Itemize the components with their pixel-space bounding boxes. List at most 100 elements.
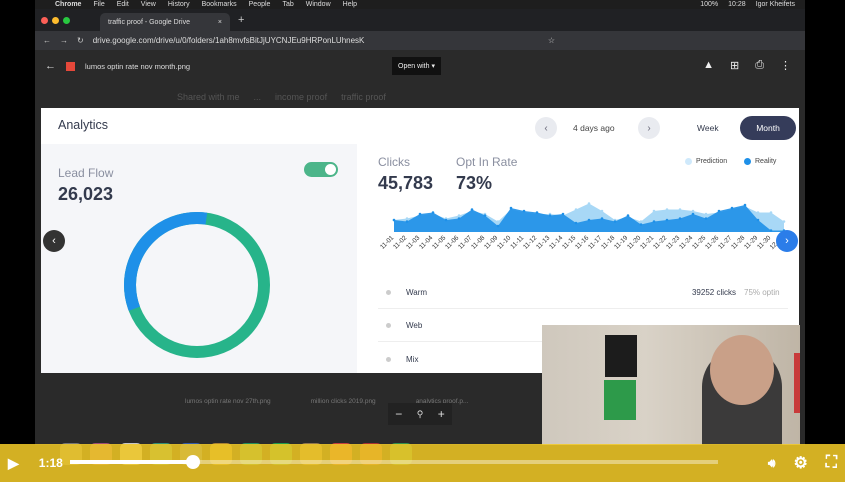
print-icon[interactable]: ⎙ <box>755 59 764 72</box>
more-icon[interactable]: ⋮ <box>780 59 791 72</box>
data-point[interactable] <box>665 218 669 222</box>
data-point[interactable] <box>600 209 604 213</box>
data-point[interactable] <box>457 214 461 217</box>
data-point[interactable] <box>691 209 695 213</box>
new-tab-icon[interactable]: + <box>238 14 244 26</box>
fullscreen-icon[interactable]: ⛶ <box>826 454 837 472</box>
data-point[interactable] <box>730 206 734 210</box>
open-with-button[interactable]: Open with ▾ <box>392 57 441 75</box>
back-icon[interactable]: ← <box>45 60 56 72</box>
menu-item[interactable]: Edit <box>117 1 129 8</box>
file-item[interactable]: lumos optin rate nov 27th.png <box>185 398 271 405</box>
data-point[interactable] <box>457 217 461 220</box>
play-icon[interactable]: ▶ <box>8 455 19 472</box>
star-icon[interactable]: ☆ <box>548 36 555 45</box>
data-point[interactable] <box>405 220 409 223</box>
data-point[interactable] <box>548 214 552 217</box>
clicks-area-chart: 11-0111-0211-0311-0411-0511-0611-0711-08… <box>379 202 786 251</box>
menu-item[interactable]: File <box>93 1 104 8</box>
data-point[interactable] <box>613 220 617 223</box>
file-item[interactable]: million clicks 2019.png <box>311 398 376 405</box>
battery-label: 100% <box>700 1 719 8</box>
row-name: Mix <box>406 354 419 364</box>
add-comment-icon[interactable]: ⊞ <box>730 59 739 72</box>
forward-icon[interactable]: → <box>60 36 68 45</box>
data-point[interactable] <box>587 218 591 222</box>
reload-icon[interactable]: ↻ <box>77 36 84 45</box>
url-field[interactable]: drive.google.com/drive/u/0/folders/1ah8m… <box>93 36 365 45</box>
data-point[interactable] <box>600 217 604 220</box>
data-point[interactable] <box>691 212 695 216</box>
tab-strip: traffic proof - Google Drive × + <box>35 9 805 31</box>
data-point[interactable] <box>522 209 526 213</box>
add-to-drive-icon[interactable]: ▲ <box>703 59 714 72</box>
week-button[interactable]: Week <box>697 123 719 133</box>
data-point[interactable] <box>756 218 760 222</box>
tab-traffic-proof[interactable]: traffic proof - Google Drive × <box>100 13 230 31</box>
volume-icon[interactable]: 🔊︎ <box>768 456 776 471</box>
data-point[interactable] <box>496 220 500 223</box>
data-point[interactable] <box>652 209 656 213</box>
data-point[interactable] <box>483 214 487 217</box>
list-item[interactable]: Warm 39252 clicks 75% optin <box>378 277 788 309</box>
data-point[interactable] <box>431 211 435 214</box>
user-name[interactable]: Igor Kheifets <box>756 1 795 8</box>
legend-reality: Reality <box>744 158 776 165</box>
menu-item[interactable]: Window <box>306 1 331 8</box>
menu-item[interactable]: View <box>141 1 156 8</box>
menu-item[interactable]: People <box>249 1 271 8</box>
progress-bar[interactable] <box>70 455 718 469</box>
data-point[interactable] <box>652 220 656 223</box>
data-point[interactable] <box>678 217 682 220</box>
lead-flow-panel: Lead Flow 26,023 <box>41 144 357 373</box>
menu-item[interactable]: History <box>168 1 190 8</box>
window-controls[interactable] <box>41 16 70 24</box>
breadcrumb-item[interactable]: Shared with me <box>177 92 240 102</box>
data-point[interactable] <box>405 217 409 220</box>
progress-handle[interactable] <box>186 455 201 469</box>
month-button[interactable]: Month <box>740 116 796 140</box>
menu-item[interactable]: Bookmarks <box>202 1 237 8</box>
breadcrumb-item[interactable]: traffic proof <box>341 92 386 102</box>
menu-item[interactable]: Tab <box>282 1 293 8</box>
data-point[interactable] <box>574 221 578 225</box>
data-point[interactable] <box>704 212 708 216</box>
data-point[interactable] <box>678 208 682 211</box>
data-point[interactable] <box>561 212 565 216</box>
prev-period-button[interactable]: ‹ <box>535 117 557 139</box>
settings-icon[interactable]: ⚙ <box>793 453 807 473</box>
data-point[interactable] <box>639 220 643 223</box>
zoom-in-icon[interactable]: + <box>438 407 445 421</box>
back-icon[interactable]: ← <box>43 36 51 45</box>
data-point[interactable] <box>717 209 721 213</box>
zoom-icon[interactable]: ⚲ <box>417 409 424 420</box>
data-point[interactable] <box>769 211 773 214</box>
data-point[interactable] <box>509 206 513 210</box>
data-point[interactable] <box>496 224 500 228</box>
data-point[interactable] <box>743 203 747 207</box>
data-point[interactable] <box>587 202 591 205</box>
file-name: lumos optin rate nov month.png <box>85 61 191 71</box>
data-point[interactable] <box>444 218 448 222</box>
data-point[interactable] <box>470 208 474 211</box>
data-point[interactable] <box>782 220 786 223</box>
menu-app[interactable]: Chrome <box>55 1 81 8</box>
data-point[interactable] <box>418 212 422 216</box>
data-point[interactable] <box>392 218 396 222</box>
data-point[interactable] <box>704 217 708 220</box>
breadcrumb-item[interactable]: ... <box>254 92 262 102</box>
data-point[interactable] <box>665 208 669 211</box>
data-point[interactable] <box>769 229 773 232</box>
close-icon[interactable]: × <box>218 19 222 26</box>
data-point[interactable] <box>535 211 539 214</box>
data-point[interactable] <box>574 208 578 211</box>
next-image-button[interactable]: › <box>776 230 798 252</box>
data-point[interactable] <box>639 223 643 226</box>
prev-image-button[interactable]: ‹ <box>43 230 65 252</box>
menu-item[interactable]: Help <box>343 1 357 8</box>
data-point[interactable] <box>756 211 760 214</box>
breadcrumb-item[interactable]: income proof <box>275 92 327 102</box>
zoom-out-icon[interactable]: − <box>395 407 402 421</box>
data-point[interactable] <box>626 214 630 217</box>
next-period-button[interactable]: › <box>638 117 660 139</box>
